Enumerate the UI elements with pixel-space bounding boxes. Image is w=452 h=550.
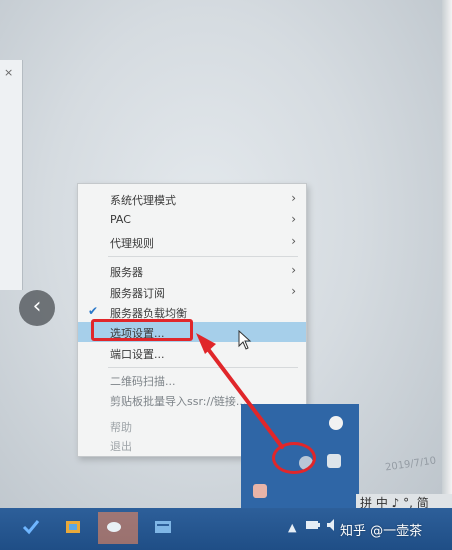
wechat-button[interactable] — [98, 512, 138, 544]
volume-icon[interactable] — [326, 518, 338, 532]
chevron-up-icon[interactable]: ▲ — [288, 521, 296, 534]
watermark-text: 知乎 @一壶茶 — [340, 524, 423, 539]
folder-icon — [66, 521, 80, 533]
terminal-app-button[interactable] — [146, 512, 180, 544]
checkmark-app-button[interactable] — [14, 512, 48, 544]
window-icon — [155, 521, 171, 533]
checkmark-icon — [22, 520, 40, 535]
battery-icon[interactable] — [306, 519, 320, 531]
file-explorer-button[interactable] — [56, 512, 90, 544]
mouse-cursor-icon — [238, 330, 252, 350]
chat-icon — [107, 522, 121, 532]
